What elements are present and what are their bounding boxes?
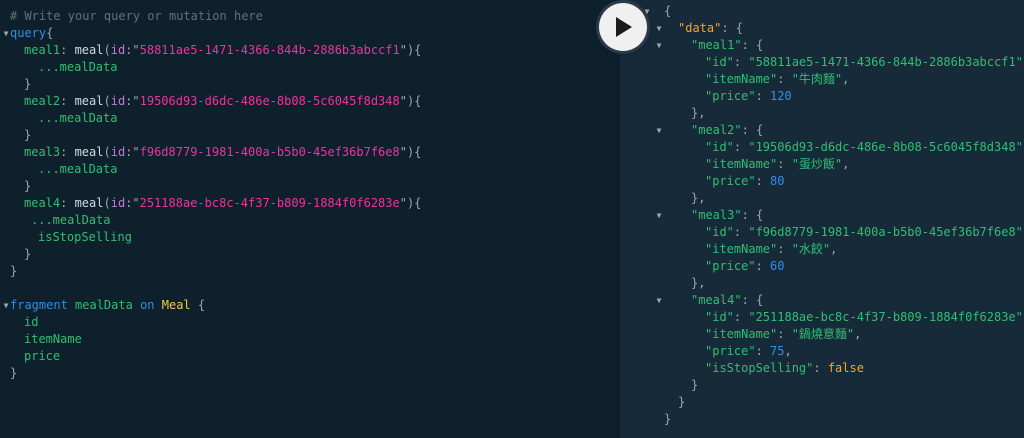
meal4-spread: ...mealData (31, 213, 111, 227)
meal4-extra-field: isStopSelling (38, 230, 132, 244)
fragment-decl: fragment mealData on Meal { (10, 298, 206, 312)
meal4-field-line: meal4: meal(id:"251188ae-bc8c-4f37-b809-… (24, 196, 422, 210)
result-meal1-price: "price": 120 (705, 89, 792, 103)
fold-caret-icon[interactable]: ▼ (654, 37, 664, 54)
result-meal4-id: "id": "251188ae-bc8c-4f37-b809-1884f0f62… (705, 310, 1024, 324)
fragment-field: price (24, 349, 61, 363)
fold-caret-icon[interactable]: ▼ (654, 20, 664, 37)
editor-comment: # Write your query or mutation here (10, 9, 263, 23)
fragment-close: } (10, 366, 18, 380)
meal2-field-line: meal2: meal(id:"19506d93-d6dc-486e-8b08-… (24, 94, 422, 108)
result-open: { (664, 4, 672, 18)
meal3-close: } (24, 179, 32, 193)
result-meal3-id: "id": "f96d8779-1981-400a-b5b0-45ef36b7f… (705, 225, 1024, 239)
run-query-button[interactable] (599, 3, 647, 51)
result-meal4-price: "price": 75, (705, 344, 792, 358)
result-meal2-close: }, (691, 191, 706, 205)
meal3-field-line: meal3: meal(id:"f96d8779-1981-400a-b5b0-… (24, 145, 422, 159)
play-icon (616, 17, 632, 37)
query-open-line: query{ (10, 26, 54, 40)
result-meal1-close: }, (691, 106, 706, 120)
result-close: } (664, 412, 672, 426)
fragment-field: id (24, 315, 39, 329)
query-editor[interactable]: # Write your query or mutation here ▼ qu… (0, 0, 620, 438)
meal1-field-line: meal1: meal(id:"58811ae5-1471-4366-844b-… (24, 43, 422, 57)
meal1-spread: ...mealData (38, 60, 118, 74)
result-meal3-itemname: "itemName": "水餃", (705, 242, 838, 256)
fold-caret-icon[interactable]: ▼ (654, 122, 664, 139)
meal2-close: } (24, 128, 32, 142)
query-close: } (10, 264, 18, 278)
result-meal3-price: "price": 60 (705, 259, 785, 273)
result-meal3-close: }, (691, 276, 706, 290)
result-meal1-key: "meal1": { (691, 38, 764, 52)
result-meal2-price: "price": 80 (705, 174, 785, 188)
result-meal4-key: "meal4": { (691, 293, 764, 307)
meal1-close: } (24, 77, 32, 91)
result-meal1-id: "id": "58811ae5-1471-4366-844b-2886b3abc… (705, 55, 1024, 69)
result-data-key: "data": { (678, 21, 744, 35)
result-viewer[interactable]: ▼ { ▼ "data": { ▼ "meal1": { "id": "5881… (620, 0, 1024, 438)
result-meal4-close: } (691, 378, 699, 392)
result-meal2-key: "meal2": { (691, 123, 764, 137)
result-meal2-itemname: "itemName": "蛋炒飯", (705, 157, 850, 171)
result-meal4-isstopselling: "isStopSelling": false (705, 361, 864, 375)
meal3-spread: ...mealData (38, 162, 118, 176)
result-meal4-itemname: "itemName": "鍋燒意麵", (705, 327, 862, 341)
result-meal3-key: "meal3": { (691, 208, 764, 222)
fold-caret-icon[interactable]: ▼ (654, 207, 664, 224)
result-meal1-itemname: "itemName": "牛肉麵", (705, 72, 850, 86)
result-meal2-id: "id": "19506d93-d6dc-486e-8b08-5c6045f8d… (705, 140, 1024, 154)
meal2-spread: ...mealData (38, 111, 118, 125)
fold-caret-icon[interactable]: ▼ (654, 292, 664, 309)
meal4-close: } (24, 247, 32, 261)
result-data-close: } (678, 395, 686, 409)
fragment-field: itemName (24, 332, 82, 346)
